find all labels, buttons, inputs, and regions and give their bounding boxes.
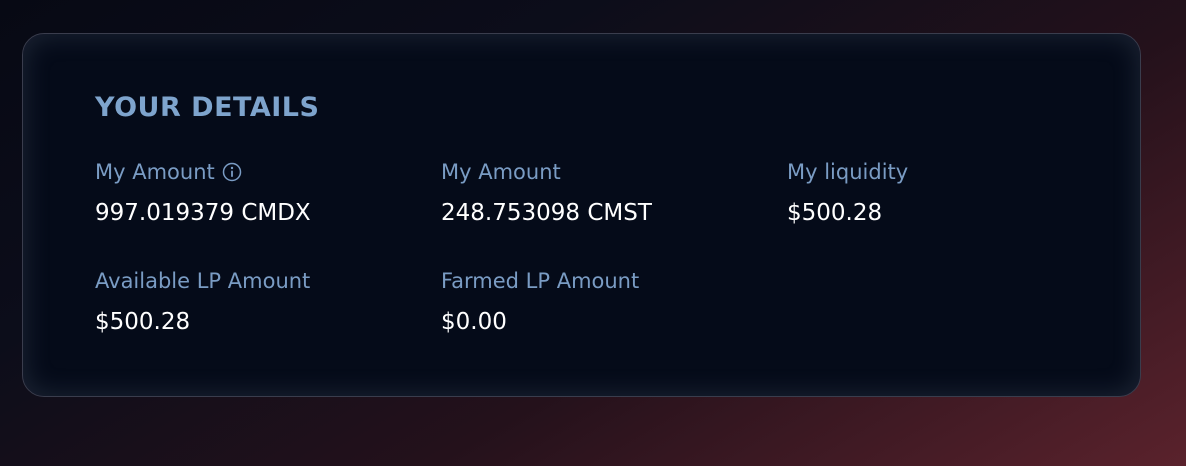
farmed-lp-amount-field: Farmed LP Amount $0.00 — [441, 267, 771, 337]
farmed-lp-amount-value: $0.00 — [441, 309, 507, 335]
details-title: YOUR DETAILS — [95, 92, 320, 123]
info-icon[interactable] — [222, 162, 242, 182]
available-lp-amount-value: $500.28 — [95, 309, 191, 335]
my-amount-cmst-field: My Amount 248.753098 CMST — [441, 158, 771, 228]
my-amount-cmdx-value: 997.019379 CMDX — [95, 200, 311, 226]
my-liquidity-field: My liquidity $500.28 — [787, 158, 1117, 228]
my-amount-cmdx-field: My Amount 997.019379 CMDX — [95, 158, 425, 228]
my-amount-cmdx-label-row: My Amount — [95, 158, 425, 186]
my-liquidity-value: $500.28 — [787, 200, 883, 226]
available-lp-amount-label: Available LP Amount — [95, 269, 311, 293]
my-amount-cmst-label: My Amount — [441, 160, 561, 184]
available-lp-amount-field: Available LP Amount $500.28 — [95, 267, 425, 337]
farmed-lp-amount-label: Farmed LP Amount — [441, 269, 640, 293]
my-liquidity-label: My liquidity — [787, 160, 909, 184]
my-amount-cmst-value: 248.753098 CMST — [441, 200, 652, 226]
my-amount-cmdx-label: My Amount — [95, 160, 215, 184]
details-card: YOUR DETAILS My Amount 997.019379 CMDX M… — [22, 33, 1141, 397]
